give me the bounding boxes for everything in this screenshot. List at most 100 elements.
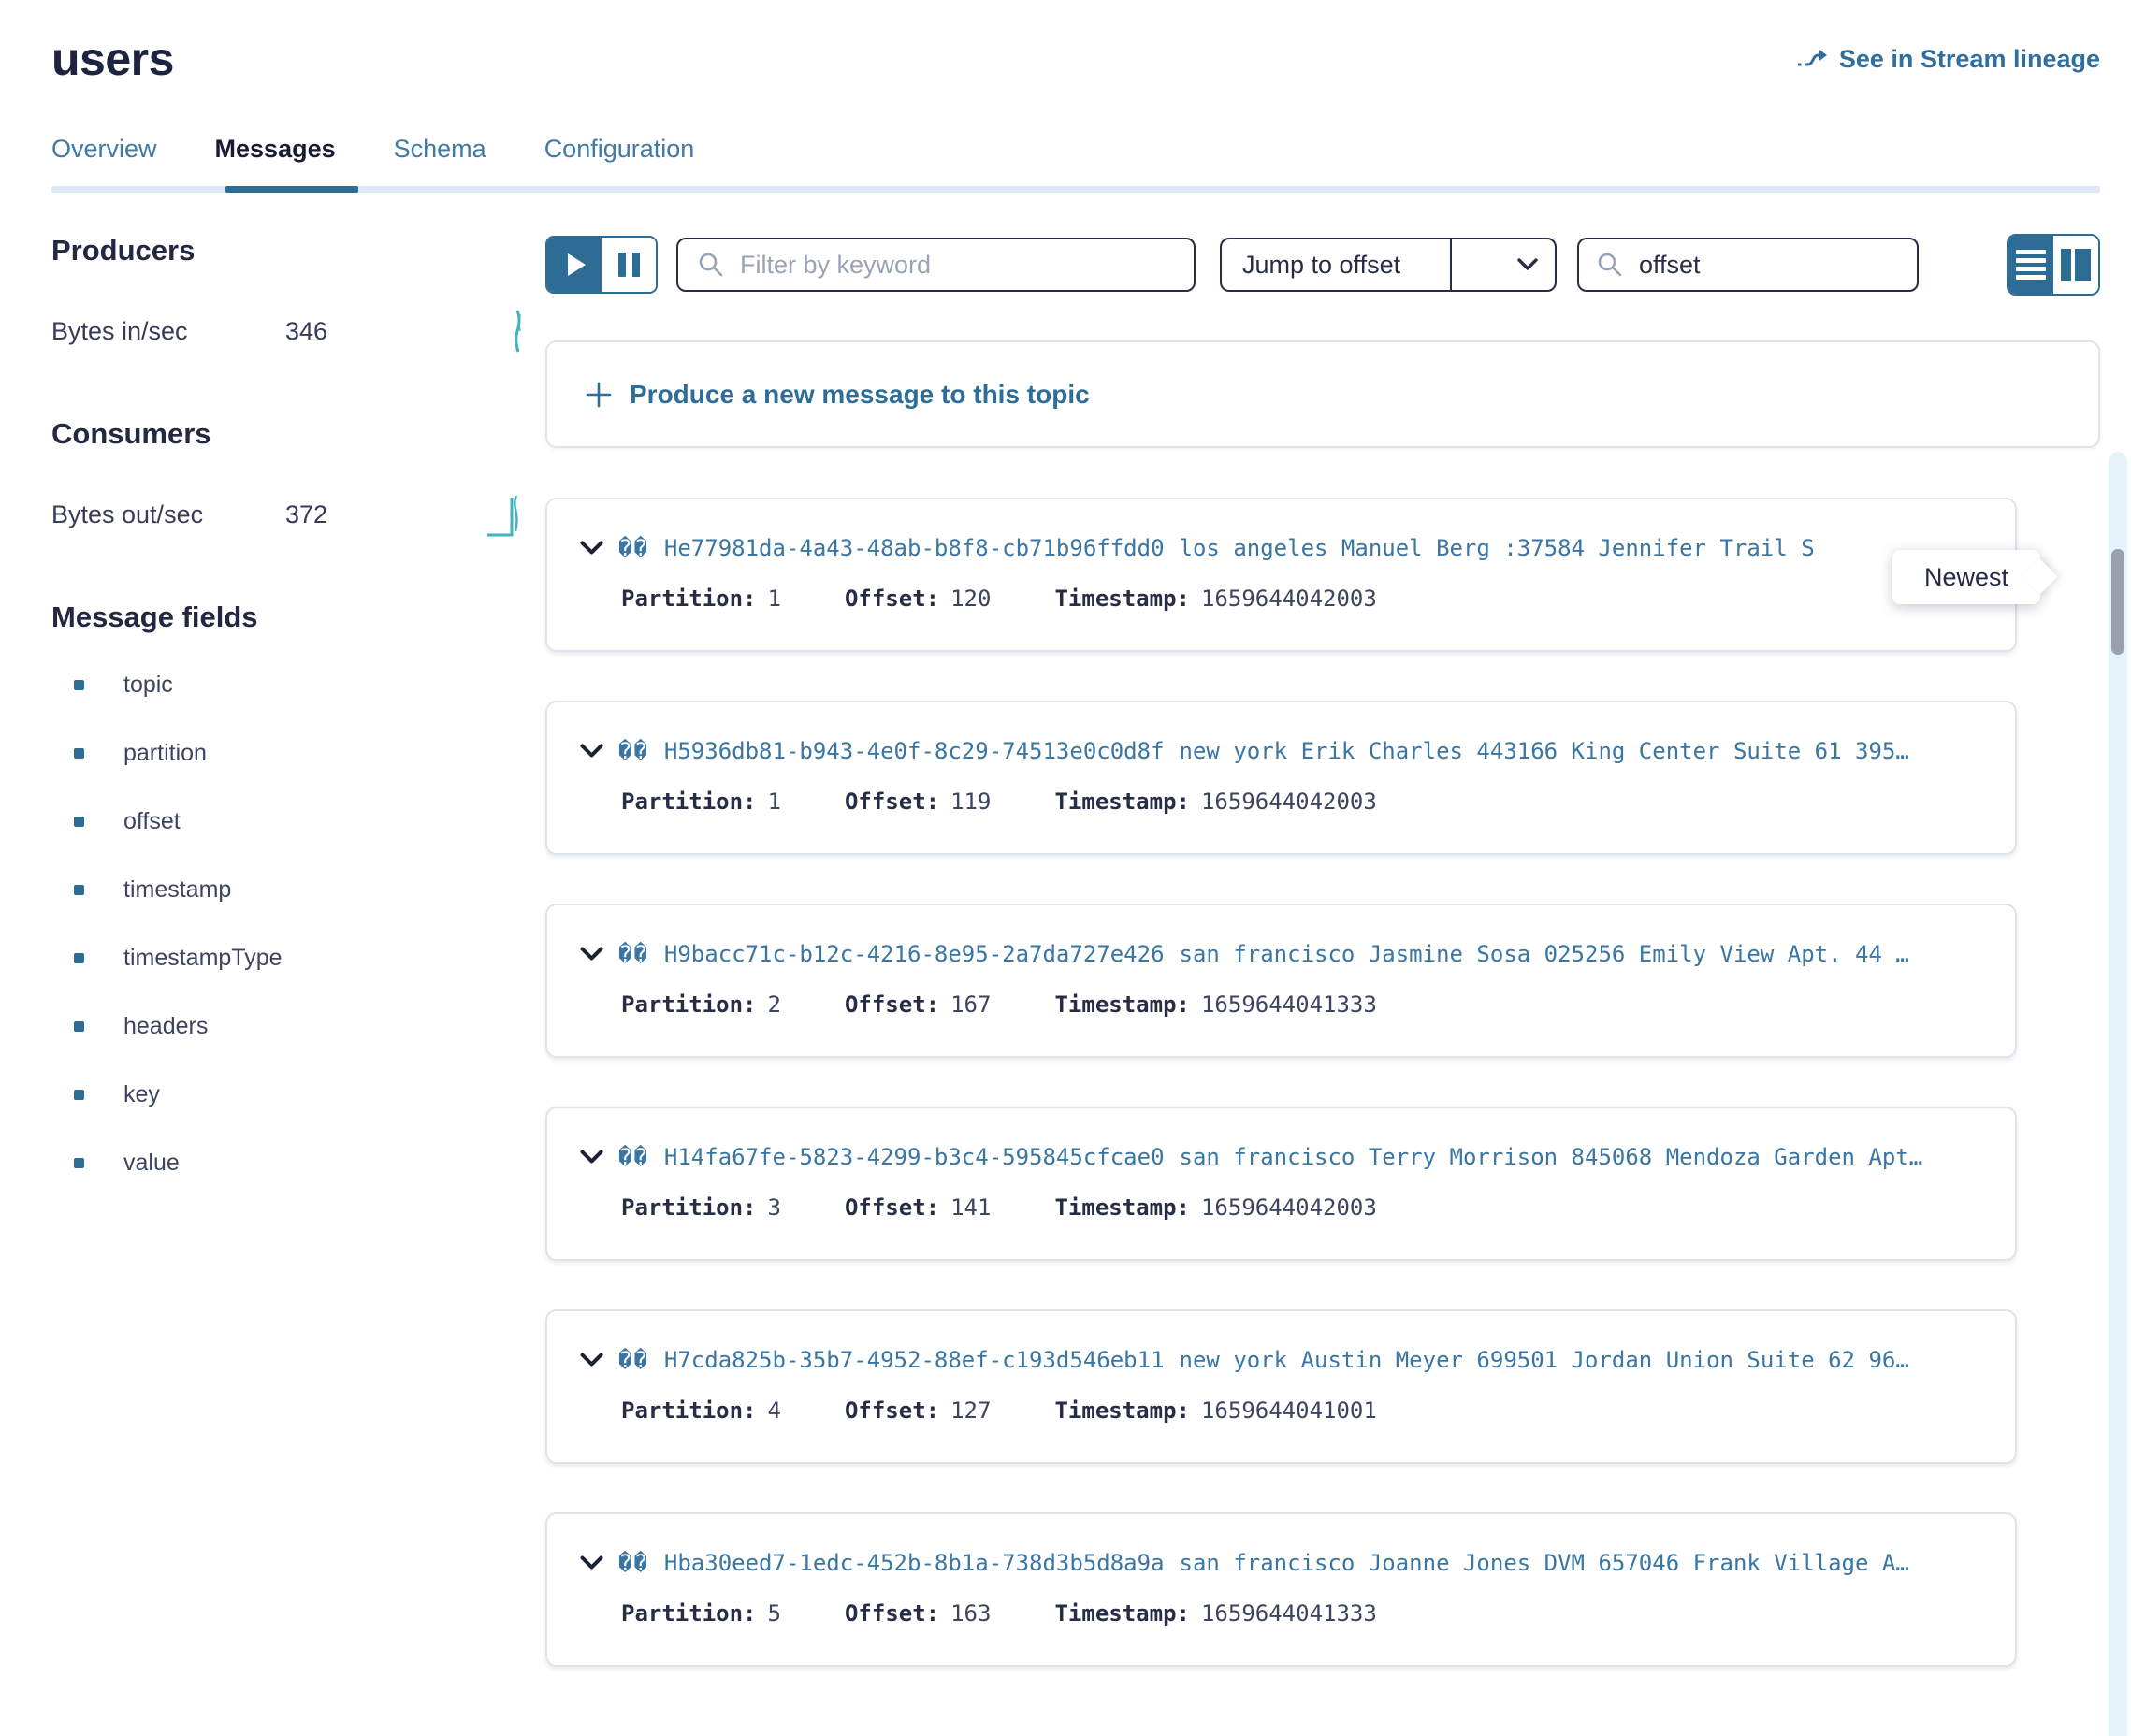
- message-key-line: �� H9bacc71c-b12c-4216-8e95-2a7da727e426…: [580, 941, 1987, 967]
- scrollbar-thumb[interactable]: [2111, 549, 2124, 655]
- chevron-down-icon: [1500, 258, 1555, 271]
- timestamp-field: Timestamp:1659644041333: [1054, 991, 1376, 1018]
- timestamp-value: 1659644042003: [1201, 1194, 1377, 1221]
- partition-field: Partition:1: [621, 586, 781, 612]
- message-meta-line: Partition:1 Offset:119 Timestamp:1659644…: [621, 788, 1987, 815]
- timestamp-field: Timestamp:1659644042003: [1054, 1194, 1376, 1221]
- filter-keyword-input[interactable]: [738, 250, 1175, 281]
- message-row[interactable]: �� H7cda825b-35b7-4952-88ef-c193d546eb11…: [545, 1309, 2017, 1464]
- bytes-out-sparkline: [486, 490, 523, 539]
- message-field-label: value: [123, 1150, 180, 1177]
- message-field-item: headers: [74, 1013, 545, 1040]
- message-meta-line: Partition:2 Offset:167 Timestamp:1659644…: [621, 991, 1987, 1018]
- message-field-item: key: [74, 1081, 545, 1108]
- jump-to-offset-select[interactable]: Jump to offset: [1220, 238, 1557, 292]
- partition-value: 4: [768, 1397, 781, 1424]
- message-key: H7cda825b-35b7-4952-88ef-c193d546eb11: [664, 1347, 1165, 1373]
- expand-chevron-icon[interactable]: [580, 744, 603, 759]
- message-value-preview: new york Austin Meyer 699501 Jordan Unio…: [1180, 1347, 1909, 1373]
- tab-schema[interactable]: Schema: [394, 135, 486, 186]
- field-bullet-icon: [74, 1090, 84, 1100]
- expand-chevron-icon[interactable]: [580, 541, 603, 556]
- offset-search-input[interactable]: [1637, 250, 1900, 281]
- tab-configuration[interactable]: Configuration: [544, 135, 695, 186]
- offset-value: 141: [950, 1194, 991, 1221]
- stream-lineage-link[interactable]: See in Stream lineage: [1796, 45, 2100, 74]
- pause-button[interactable]: [602, 238, 656, 292]
- select-divider: [1450, 239, 1452, 290]
- lineage-link-label: See in Stream lineage: [1839, 45, 2100, 74]
- offset-field: Offset:120: [845, 586, 992, 612]
- bytes-out-label: Bytes out/sec: [51, 500, 285, 529]
- message-row[interactable]: �� H9bacc71c-b12c-4216-8e95-2a7da727e426…: [545, 904, 2017, 1058]
- produce-message-button[interactable]: Produce a new message to this topic: [545, 340, 2100, 448]
- offset-value: 163: [950, 1600, 991, 1627]
- topic-page: users See in Stream lineage Overview Mes…: [0, 0, 2131, 1736]
- bytes-out-value: 372: [285, 500, 388, 529]
- offset-field: Offset:141: [845, 1194, 992, 1221]
- message-field-label: offset: [123, 808, 181, 835]
- field-bullet-icon: [74, 953, 84, 963]
- expand-chevron-icon[interactable]: [580, 947, 603, 962]
- producers-heading: Producers: [51, 234, 545, 268]
- message-row[interactable]: �� H5936db81-b943-4e0f-8c29-74513e0c0d8f…: [545, 701, 2017, 855]
- message-field-item: partition: [74, 740, 545, 767]
- message-field-item: topic: [74, 672, 545, 699]
- pause-icon: [618, 253, 640, 277]
- search-icon: [697, 251, 725, 279]
- message-row[interactable]: �� Hba30eed7-1edc-452b-8b1a-738d3b5d8a9a…: [545, 1512, 2017, 1667]
- produce-message-label: Produce a new message to this topic: [630, 380, 1090, 410]
- newest-tooltip: Newest: [1892, 550, 2040, 604]
- message-value-preview: san francisco Joanne Jones DVM 657046 Fr…: [1180, 1550, 1909, 1576]
- message-row[interactable]: �� H14fa67fe-5823-4299-b3c4-595845cfcae0…: [545, 1107, 2017, 1261]
- tab-messages[interactable]: Messages: [215, 135, 336, 186]
- message-value-preview: los angeles Manuel Berg :37584 Jennifer …: [1180, 535, 1815, 561]
- field-bullet-icon: [74, 885, 84, 895]
- tab-bar: Overview Messages Schema Configuration: [51, 135, 2100, 193]
- message-meta-line: Partition:1 Offset:120 Timestamp:1659644…: [621, 586, 1987, 612]
- message-key: He77981da-4a43-48ab-b8f8-cb71b96ffdd0: [664, 535, 1165, 561]
- message-key-line: �� Hba30eed7-1edc-452b-8b1a-738d3b5d8a9a…: [580, 1550, 1987, 1576]
- offset-field: Offset:127: [845, 1397, 992, 1424]
- message-field-label: topic: [123, 672, 173, 699]
- tab-overview[interactable]: Overview: [51, 135, 157, 186]
- expand-chevron-icon[interactable]: [580, 1150, 603, 1165]
- message-value-preview: san francisco Terry Morrison 845068 Mend…: [1180, 1144, 1923, 1170]
- message-field-item: offset: [74, 808, 545, 835]
- message-fields-heading: Message fields: [51, 600, 545, 634]
- timestamp-value: 1659644041001: [1201, 1397, 1377, 1424]
- message-key: H9bacc71c-b12c-4216-8e95-2a7da727e426: [664, 941, 1165, 967]
- message-meta-line: Partition:3 Offset:141 Timestamp:1659644…: [621, 1194, 1987, 1221]
- unprintable-key-bytes: ��: [618, 941, 649, 967]
- unprintable-key-bytes: ��: [618, 1144, 649, 1170]
- bytes-in-value: 346: [285, 317, 388, 346]
- partition-value: 5: [768, 1600, 781, 1627]
- timestamp-value: 1659644041333: [1201, 991, 1377, 1018]
- message-key-line: �� H7cda825b-35b7-4952-88ef-c193d546eb11…: [580, 1347, 1987, 1373]
- message-meta-line: Partition:4 Offset:127 Timestamp:1659644…: [621, 1397, 1987, 1424]
- expand-chevron-icon[interactable]: [580, 1555, 603, 1570]
- play-button[interactable]: [547, 238, 602, 292]
- offset-value: 127: [950, 1397, 991, 1424]
- list-view-button[interactable]: [2008, 236, 2053, 294]
- list-view-icon: [2016, 250, 2046, 280]
- message-key-line: �� He77981da-4a43-48ab-b8f8-cb71b96ffdd0…: [580, 535, 1987, 561]
- consumers-heading: Consumers: [51, 417, 545, 451]
- split-view-button[interactable]: [2053, 236, 2098, 294]
- bytes-out-metric: Bytes out/sec 372: [51, 490, 545, 539]
- partition-value: 2: [768, 991, 781, 1018]
- page-header: users See in Stream lineage: [0, 0, 2131, 86]
- expand-chevron-icon[interactable]: [580, 1353, 603, 1367]
- tab-rail: [51, 186, 2100, 193]
- message-row[interactable]: �� He77981da-4a43-48ab-b8f8-cb71b96ffdd0…: [545, 498, 2017, 652]
- message-field-label: timestamp: [123, 876, 231, 904]
- partition-value: 3: [768, 1194, 781, 1221]
- offset-value: 167: [950, 991, 991, 1018]
- partition-field: Partition:5: [621, 1600, 781, 1627]
- message-list-scrollbar[interactable]: [2109, 452, 2127, 1736]
- field-bullet-icon: [74, 817, 84, 827]
- message-key: Hba30eed7-1edc-452b-8b1a-738d3b5d8a9a: [664, 1550, 1165, 1576]
- view-mode-toggle: [2007, 234, 2100, 296]
- play-icon: [568, 253, 586, 276]
- timestamp-value: 1659644042003: [1201, 788, 1377, 815]
